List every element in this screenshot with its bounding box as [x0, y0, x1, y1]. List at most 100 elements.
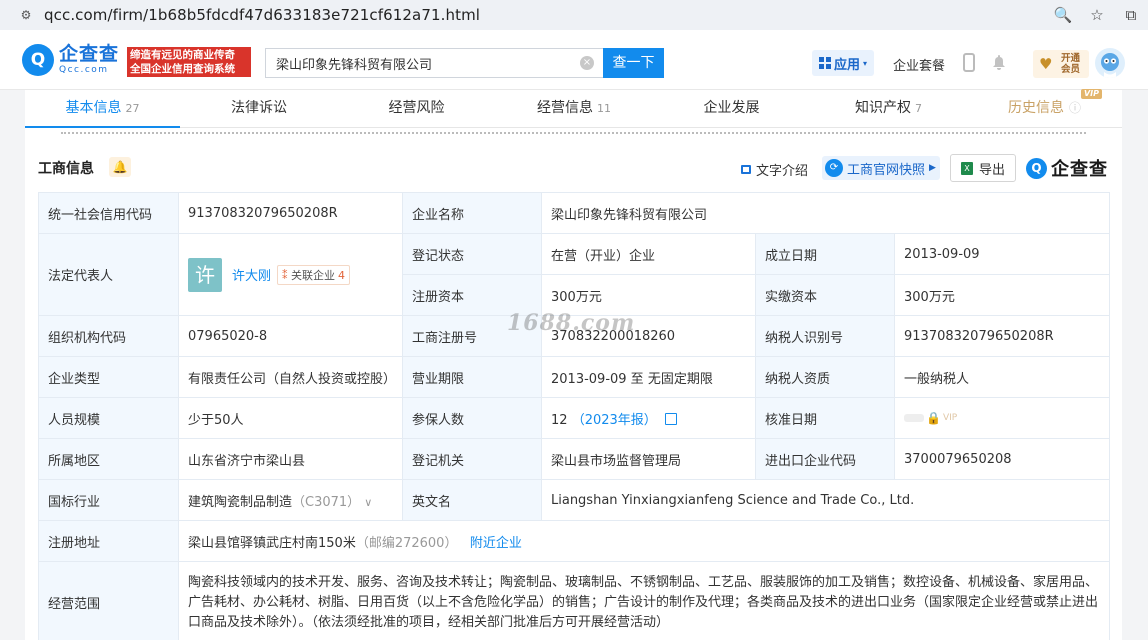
tab-label: 经营风险 [388, 100, 445, 116]
apps-grid-icon [818, 57, 831, 69]
tab-risk[interactable]: 经营风险 [338, 90, 495, 128]
mobile-phone-icon[interactable] [963, 53, 975, 72]
type-label: 企业类型 [38, 356, 179, 398]
monitor-bell-icon[interactable]: 🔔 [109, 157, 131, 177]
tab-label: 法律诉讼 [231, 100, 287, 116]
apps-menu-button[interactable]: 应用 ▾ [812, 50, 874, 76]
user-avatar[interactable] [1095, 48, 1125, 78]
trend-chart-icon[interactable] [664, 412, 677, 425]
apps-label: 应用 [833, 57, 860, 73]
industry-value: 建筑陶瓷制品制造 [188, 494, 293, 510]
term-value: 2013-09-09 至 无固定期限 [541, 356, 756, 398]
table-row: 组织机构代码 07965020-8 工商注册号 370832200018260 … [38, 315, 1111, 357]
tab-label: 基本信息 [65, 100, 122, 116]
bookmark-star-icon[interactable]: ☆ [1080, 6, 1114, 24]
tab-basic-info[interactable]: 基本信息 27 [25, 90, 180, 128]
vip-locked-value[interactable]: 🔒 VIP [904, 411, 957, 425]
insured-value: 12 [551, 412, 568, 428]
legal-rep-avatar[interactable]: 许 [188, 257, 222, 292]
text-intro-label: 文字介绍 [756, 164, 809, 179]
subnav-scrolled [25, 128, 1122, 136]
info-circle-icon: ⓘ [1068, 101, 1081, 115]
qcc-logo-icon: Q [22, 44, 54, 76]
search-button[interactable]: 查一下 [603, 48, 664, 78]
scope-value: 陶瓷科技领域内的技术开发、服务、咨询及技术转让；陶瓷制品、玻璃制品、不锈钢制品、… [177, 561, 1111, 640]
company-name-label: 企业名称 [402, 192, 542, 234]
reg-no-label: 工商注册号 [402, 315, 542, 357]
qcc-brand: Q 企查查 [1026, 155, 1108, 181]
type-value: 有限责任公司（自然人投资或控股） [178, 356, 403, 398]
related-companies-tag[interactable]: ⁑ 关联企业 4 [277, 264, 351, 285]
insured-year-link[interactable]: （2023年报） [572, 413, 657, 428]
ie-code-label: 进出口企业代码 [755, 438, 895, 480]
english-value: Liangshan Yinxiangxianfeng Science and T… [540, 479, 1111, 521]
tab-operations[interactable]: 经营信息 11 [495, 90, 653, 128]
related-icon: ⁑ [282, 268, 288, 282]
section-title: 工商信息 [38, 161, 94, 177]
region-value: 山东省济宁市梁山县 [178, 438, 403, 480]
taxpayer-qual-label: 纳税人资质 [755, 356, 895, 398]
business-info-table: 统一社会信用代码 91370832079650208R 企业名称 梁山印象先锋科… [38, 192, 1111, 640]
url-text[interactable]: qcc.com/firm/1b68b5fdcdf47d633183e721cf6… [44, 6, 480, 24]
legal-rep-cell: 许 许大刚 ⁑ 关联企业 4 [178, 233, 403, 316]
logo-text-cn: 企查查 [59, 43, 120, 65]
address-cell: 梁山县馆驿镇武庄村南150米（邮编272600） 附近企业 [177, 520, 1111, 562]
table-row: 统一社会信用代码 91370832079650208R 企业名称 梁山印象先锋科… [38, 192, 1111, 234]
nearby-companies-link[interactable]: 附近企业 [470, 536, 522, 551]
english-label: 英文名 [402, 479, 542, 521]
suite-link[interactable]: 企业套餐 [893, 55, 945, 74]
qcc-logo[interactable]: Q 企查查 Qcc.com [22, 44, 119, 76]
address-value: 梁山县馆驿镇武庄村南150米 [188, 535, 356, 551]
tab-ip[interactable]: 知识产权 7 [810, 90, 967, 128]
term-label: 营业期限 [402, 356, 542, 398]
industry-label: 国标行业 [38, 479, 179, 521]
search-input[interactable] [266, 49, 566, 77]
extensions-icon[interactable]: ⧉ [1114, 6, 1148, 24]
reg-capital-label: 注册资本 [402, 274, 542, 316]
insured-cell: 12 （2023年报） [541, 397, 756, 439]
scope-label: 经营范围 [38, 561, 179, 640]
business-info-card: 工商信息 🔔 文字介绍 ⟳ 工商官网快照 ▶ X 导出 Q 企查查 统一社会信用… [25, 136, 1122, 640]
credit-code-label: 统一社会信用代码 [38, 192, 179, 234]
zoom-icon[interactable]: 🔍 [1046, 6, 1080, 24]
established-value: 2013-09-09 [893, 233, 1111, 275]
vip-upgrade-button[interactable]: ♥ 开通 会员 [1033, 50, 1089, 78]
authority-value: 梁山县市场监督管理局 [541, 438, 756, 480]
taxpayer-id-label: 纳税人识别号 [755, 315, 895, 357]
site-header: Q 企查查 Qcc.com 缔造有远见的商业传奇 全国企业信用查询系统 × 查一… [0, 30, 1148, 90]
chevron-down-icon[interactable]: ∨ [364, 496, 372, 509]
legal-rep-name-link[interactable]: 许大刚 [232, 265, 271, 284]
vip-heart-icon: ♥ [1039, 55, 1053, 73]
credit-code-value: 91370832079650208R [178, 192, 403, 234]
arrow-right-icon: ▶ [929, 163, 936, 173]
table-row: 人员规模 少于50人 参保人数 12 （2023年报） 核准日期 🔒 VIP [38, 397, 1111, 439]
notification-bell-icon[interactable] [991, 54, 1007, 70]
paid-capital-value: 300万元 [893, 274, 1111, 316]
tab-litigation[interactable]: 法律诉讼 [180, 90, 338, 128]
caret-down-icon: ▾ [863, 58, 868, 68]
staff-label: 人员规模 [38, 397, 179, 439]
industry-cell[interactable]: 建筑陶瓷制品制造（C3071） ∨ [178, 479, 403, 521]
legal-rep-label: 法定代表人 [38, 233, 179, 316]
tab-development[interactable]: 企业发展 [653, 90, 810, 128]
paid-capital-label: 实缴资本 [755, 274, 895, 316]
taxpayer-id-value: 91370832079650208R [893, 315, 1111, 357]
region-label: 所属地区 [38, 438, 179, 480]
doc-icon [741, 165, 751, 174]
org-code-label: 组织机构代码 [38, 315, 179, 357]
slogan-banner: 缔造有远见的商业传奇 全国企业信用查询系统 [127, 47, 251, 77]
text-intro-button[interactable]: 文字介绍 [741, 160, 808, 179]
staff-value: 少于50人 [178, 397, 403, 439]
table-row: 注册地址 梁山县馆驿镇武庄村南150米（邮编272600） 附近企业 [38, 520, 1111, 562]
export-button[interactable]: X 导出 [950, 154, 1016, 182]
vip-line2: 会员 [1061, 64, 1081, 75]
tab-history[interactable]: 历史信息 ⓘ VIP [967, 89, 1122, 128]
industry-code: （C3071） [292, 494, 361, 510]
address-label: 注册地址 [38, 520, 179, 562]
official-snapshot-button[interactable]: ⟳ 工商官网快照 ▶ [822, 156, 940, 180]
clear-icon[interactable]: × [580, 56, 594, 70]
vip-line1: 开通 [1061, 53, 1081, 64]
tab-count: 7 [915, 102, 922, 115]
site-settings-icon[interactable]: ⚙ [18, 7, 34, 23]
ie-code-value: 3700079650208 [893, 438, 1111, 480]
